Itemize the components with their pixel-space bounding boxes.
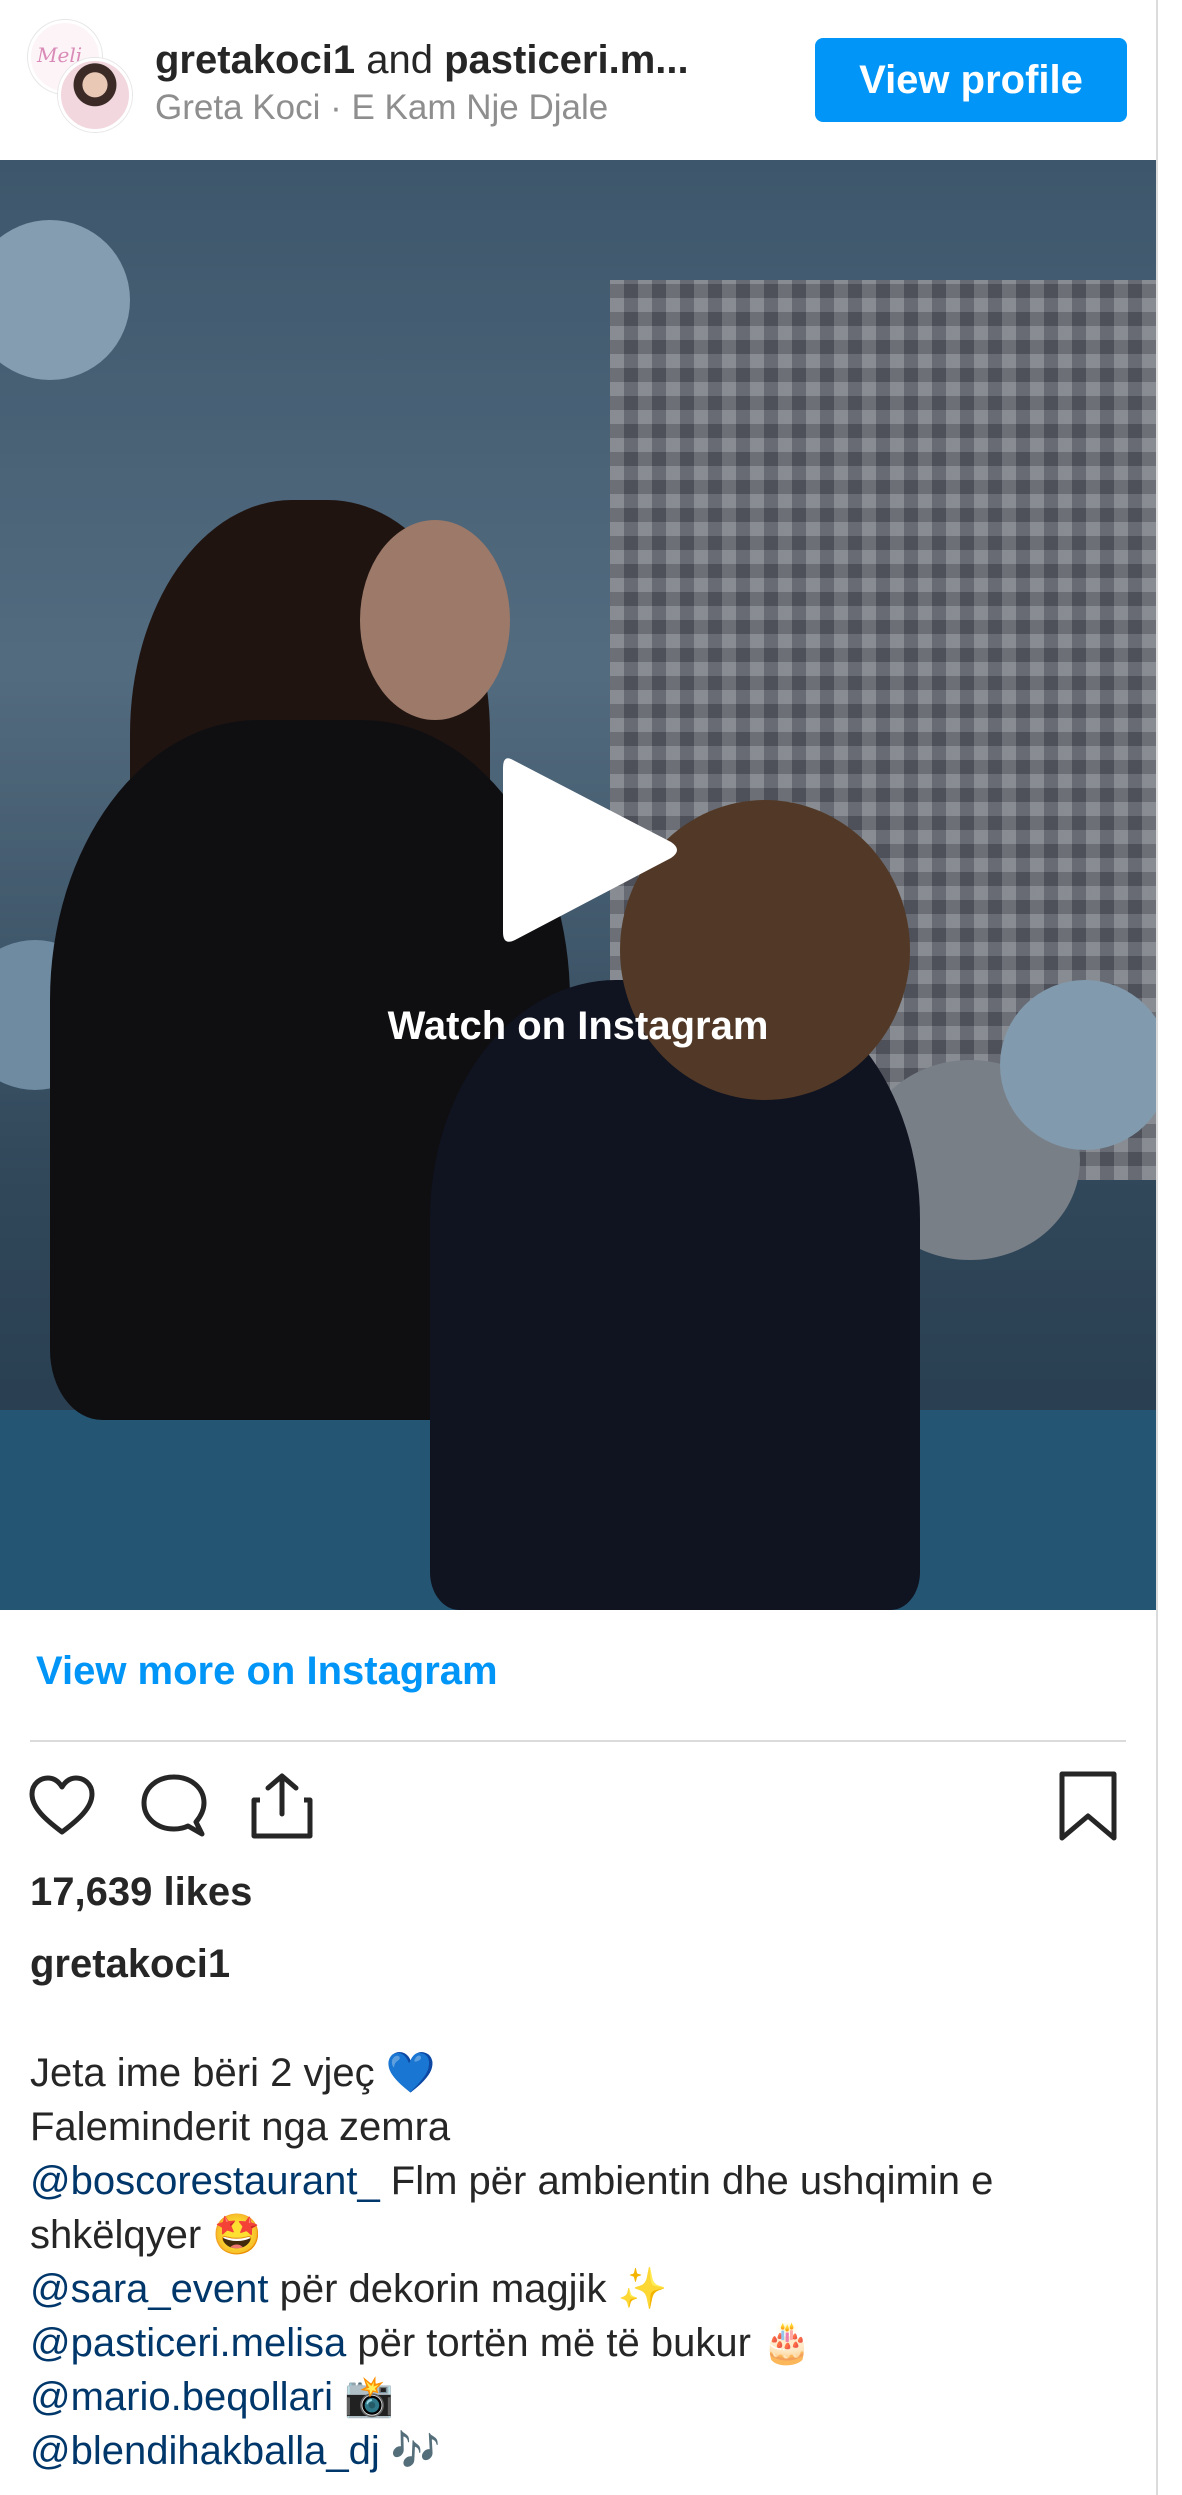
mention-link[interactable]: @sara_event [30,2267,269,2311]
author-joiner: and [355,38,445,82]
caption-line: @sara_event për dekorin magjik ✨ [30,2262,1130,2316]
divider [30,1740,1126,1742]
caption-line: Faleminderit nga zemra [30,2105,451,2149]
view-more-link[interactable]: View more on Instagram [36,1645,498,1697]
avatar-gretakoci1[interactable] [58,58,132,132]
heart-icon[interactable] [26,1770,98,1842]
caption-line: @pasticeri.melisa për tortën më të bukur… [30,2316,1130,2370]
mention-link[interactable]: @boscorestaurant_ [30,2159,380,2203]
play-icon[interactable] [493,750,683,950]
caption-line: Jeta ime bëri 2 vjeç 💙 [30,2051,436,2095]
mention-link[interactable]: @pasticeri.melisa [30,2321,346,2365]
post-authors: gretakoci1 and pasticeri.m... [155,34,755,86]
author-link-gretakoci1[interactable]: gretakoci1 [155,38,355,82]
caption-text: 🎶 [379,2429,441,2473]
share-icon[interactable] [246,1770,318,1842]
caption-text: 📸 [332,2375,394,2419]
bookmark-icon[interactable] [1052,1770,1124,1842]
author-link-pasticeri[interactable]: pasticeri.m... [444,38,689,82]
mention-link[interactable]: @mario.beqollari [30,2375,333,2419]
instagram-embed: Meli gretakoci1 and pasticeri.m... Greta… [0,0,1158,2495]
post-subtitle[interactable]: Greta Koci · E Kam Nje Djale [155,86,608,130]
caption-username[interactable]: gretakoci1 [30,1938,230,1990]
watch-on-instagram-label[interactable]: Watch on Instagram [0,1000,1156,1052]
caption-text: për tortën më të bukur 🎂 [346,2321,812,2365]
post-caption: Jeta ime bëri 2 vjeç 💙 Faleminderit nga … [30,2046,1130,2478]
comment-icon[interactable] [138,1770,210,1842]
caption-text: për dekorin magjik ✨ [268,2267,668,2311]
view-profile-button[interactable]: View profile [815,38,1127,122]
caption-line: @mario.beqollari 📸 [30,2370,1130,2424]
video-thumbnail[interactable]: Watch on Instagram [0,160,1156,1610]
post-header: Meli gretakoci1 and pasticeri.m... Greta… [0,0,1156,160]
caption-line: @boscorestaurant_ Flm për ambientin dhe … [30,2154,1130,2262]
likes-count[interactable]: 17,639 likes [30,1866,252,1918]
mention-link[interactable]: @blendihakballa_dj [30,2429,380,2473]
caption-line: @blendihakballa_dj 🎶 [30,2424,1130,2478]
avatar-group[interactable]: Meli [28,20,138,132]
